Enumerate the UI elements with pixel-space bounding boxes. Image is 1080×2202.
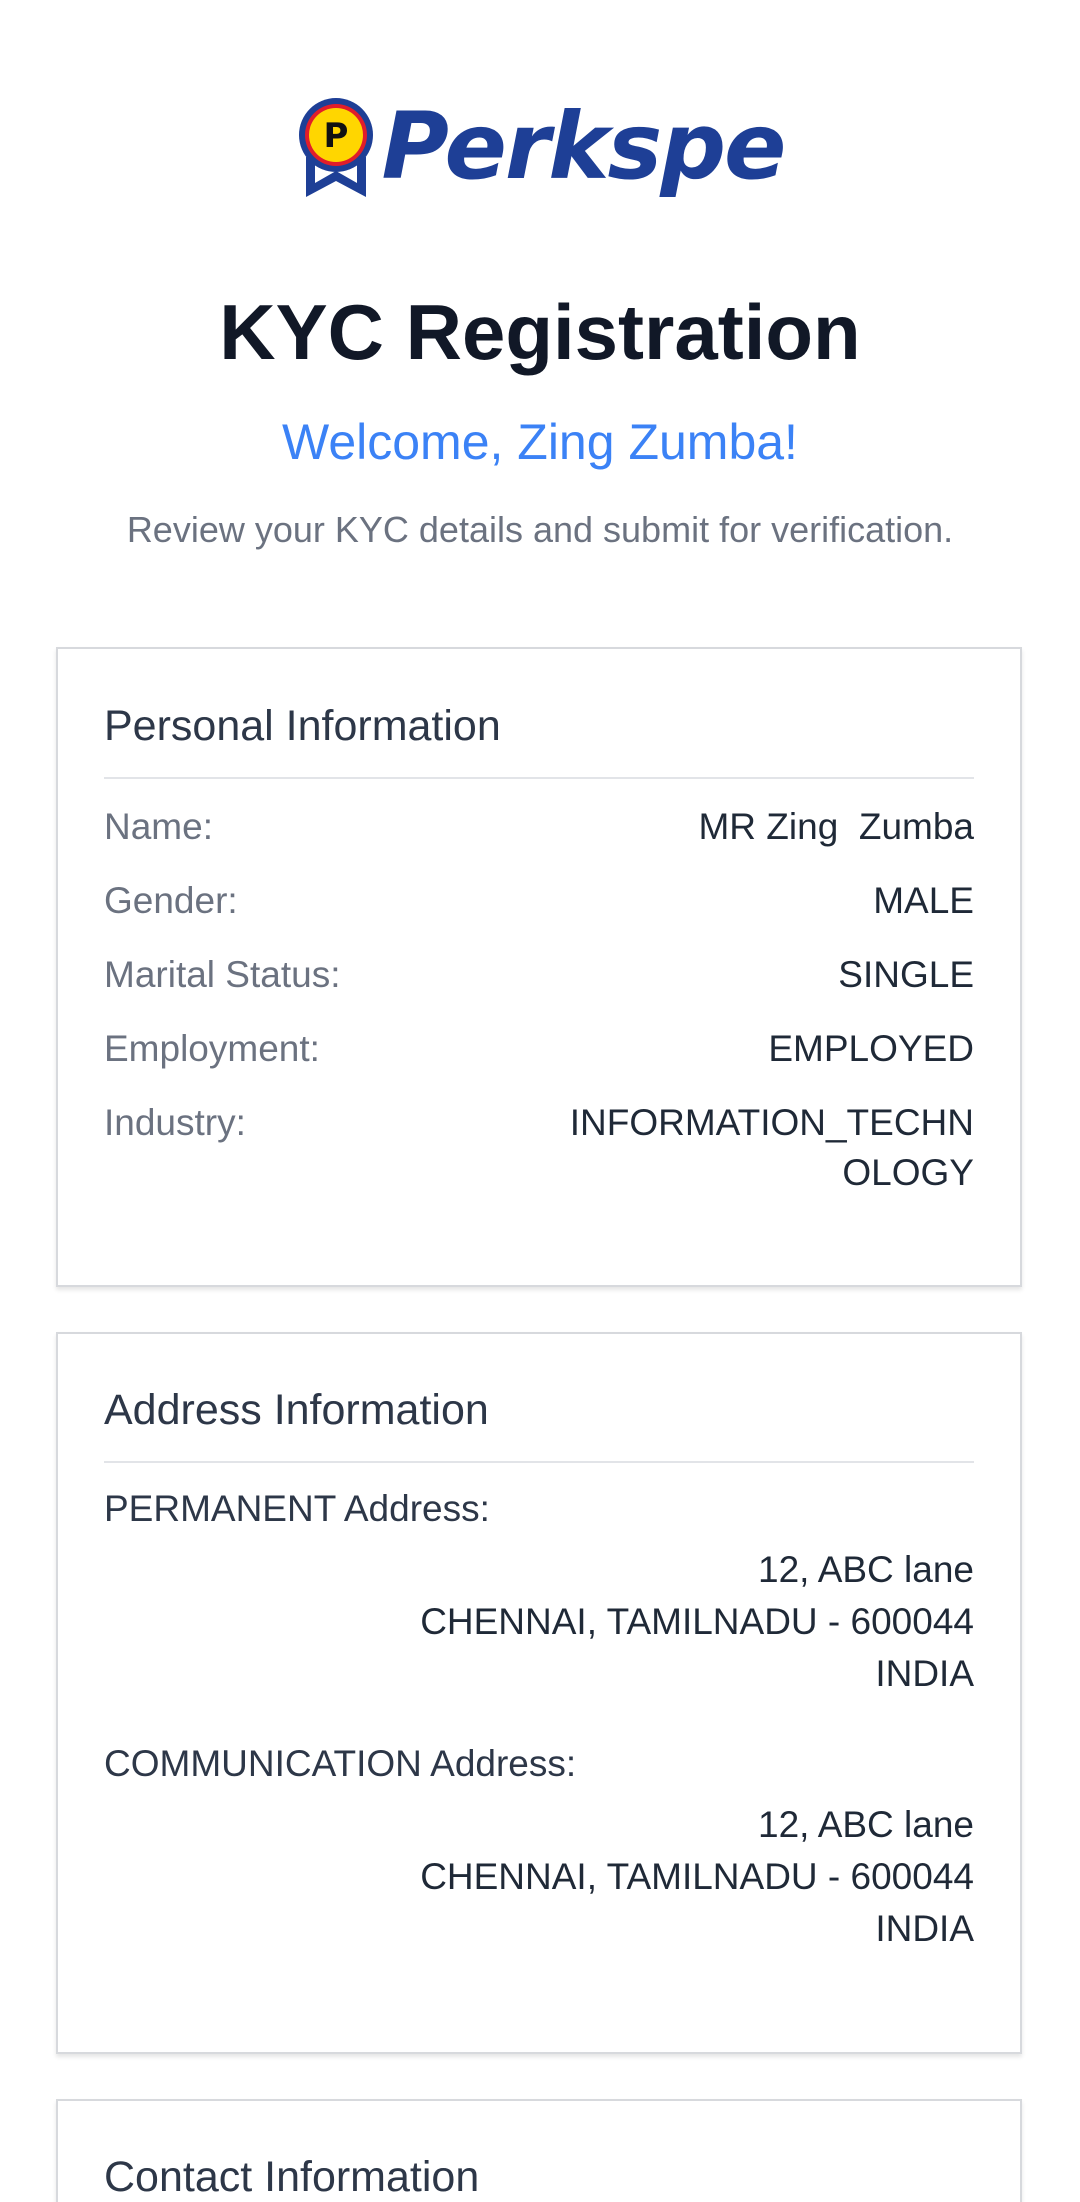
badge-icon: P (298, 98, 373, 197)
detail-value: INFORMATION_TECHNOLOGY (569, 1102, 974, 1193)
page-title: KYC Registration (219, 288, 861, 376)
divider (104, 1461, 974, 1463)
permanent-address-value: 12, ABC lane CHENNAI, TAMILNADU - 600044… (420, 1544, 974, 1700)
detail-label: Industry: (104, 1102, 246, 1143)
detail-value: EMPLOYED (768, 1028, 974, 1069)
page-subtitle: Review your KYC details and submit for v… (126, 509, 954, 550)
address-line: CHENNAI, TAMILNADU - 600044 (420, 1601, 974, 1642)
address-line: INDIA (875, 1653, 974, 1694)
brand-logo: P Perkspe (0, 95, 1080, 205)
detail-value: MALE (873, 880, 974, 921)
address-info-card: Address Information PERMANENT Address: 1… (56, 1332, 1022, 2054)
communication-address-value: 12, ABC lane CHENNAI, TAMILNADU - 600044… (420, 1799, 974, 1955)
detail-value: MR Zing Zumba (698, 806, 974, 847)
detail-label: Name: (104, 806, 213, 847)
badge-letter: P (323, 116, 348, 156)
personal-info-title: Personal Information (104, 702, 501, 750)
detail-label: Gender: (104, 880, 238, 921)
communication-address-label: COMMUNICATION Address: (104, 1743, 577, 1784)
detail-value: SINGLE (838, 954, 974, 995)
detail-label: Employment: (104, 1028, 320, 1069)
detail-label: Marital Status: (104, 954, 341, 995)
logo-wordmark: Perkspe (381, 93, 787, 200)
address-line: INDIA (875, 1908, 974, 1949)
address-line: 12, ABC lane (758, 1804, 974, 1845)
welcome-message: Welcome, Zing Zumba! (282, 414, 798, 470)
address-line: CHENNAI, TAMILNADU - 600044 (420, 1856, 974, 1897)
divider (104, 777, 974, 779)
permanent-address-label: PERMANENT Address: (104, 1488, 490, 1529)
address-info-title: Address Information (104, 1386, 489, 1434)
personal-info-card: Personal Information Name: MR Zing Zumba… (56, 647, 1022, 1287)
address-line: 12, ABC lane (758, 1549, 974, 1590)
contact-info-title: Contact Information (104, 2153, 480, 2201)
contact-info-card: Contact Information (56, 2099, 1022, 2202)
